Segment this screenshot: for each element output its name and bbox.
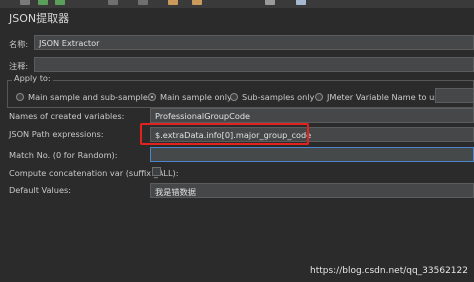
radio-label-sub-only: Sub-samples only	[242, 92, 315, 102]
variables-field[interactable]: ProfessionalGroupCode	[150, 108, 474, 123]
run-icon-green[interactable]	[38, 0, 48, 5]
radio-main-and-sub[interactable]	[16, 93, 24, 101]
panel-title: JSON提取器	[9, 12, 70, 25]
radio-main-only[interactable]	[148, 93, 156, 101]
apply-option-sub-only[interactable]: Sub-samples only	[230, 92, 315, 102]
comment-label: 注释:	[9, 61, 29, 71]
name-field[interactable]: JSON Extractor	[34, 35, 474, 50]
radio-variable-name[interactable]	[315, 93, 323, 101]
watermark: https://blog.csdn.net/qq_33562122	[309, 266, 468, 276]
variable-name-field[interactable]	[435, 88, 474, 103]
radio-label-main-and-sub: Main sample and sub-samples	[28, 92, 153, 102]
tree-icon[interactable]	[265, 0, 275, 5]
match-no-field[interactable]	[150, 147, 474, 162]
json-path-label: JSON Path expressions:	[9, 129, 104, 139]
radio-label-main-only: Main sample only	[160, 92, 232, 102]
variables-label: Names of created variables:	[9, 111, 125, 121]
toolbar	[0, 0, 474, 8]
broom-icon[interactable]	[168, 0, 178, 5]
radio-label-variable-name: JMeter Variable Name to use	[327, 92, 444, 102]
match-no-label: Match No. (0 for Random):	[9, 150, 118, 160]
concat-checkbox[interactable]	[152, 167, 161, 176]
stop-icon[interactable]	[55, 0, 65, 5]
clear-icon[interactable]	[108, 0, 118, 5]
apply-option-main-and-sub[interactable]: Main sample and sub-samples	[16, 92, 152, 102]
default-values-label: Default Values:	[9, 185, 72, 195]
search-icon[interactable]	[192, 0, 202, 5]
template-icon[interactable]	[138, 0, 148, 5]
json-path-field[interactable]: $.extraData.info[0].major_group_code	[150, 127, 474, 142]
apply-to-legend: Apply to:	[12, 73, 53, 83]
name-label: 名称:	[9, 39, 29, 49]
comment-field[interactable]	[34, 57, 474, 72]
apply-option-variable-name[interactable]: JMeter Variable Name to use	[315, 92, 444, 102]
run-icon[interactable]	[20, 0, 30, 5]
help-icon[interactable]	[296, 0, 306, 5]
default-values-field[interactable]: 我是错数据	[150, 183, 474, 198]
radio-sub-only[interactable]	[230, 93, 238, 101]
apply-option-main-only[interactable]: Main sample only	[148, 92, 232, 102]
